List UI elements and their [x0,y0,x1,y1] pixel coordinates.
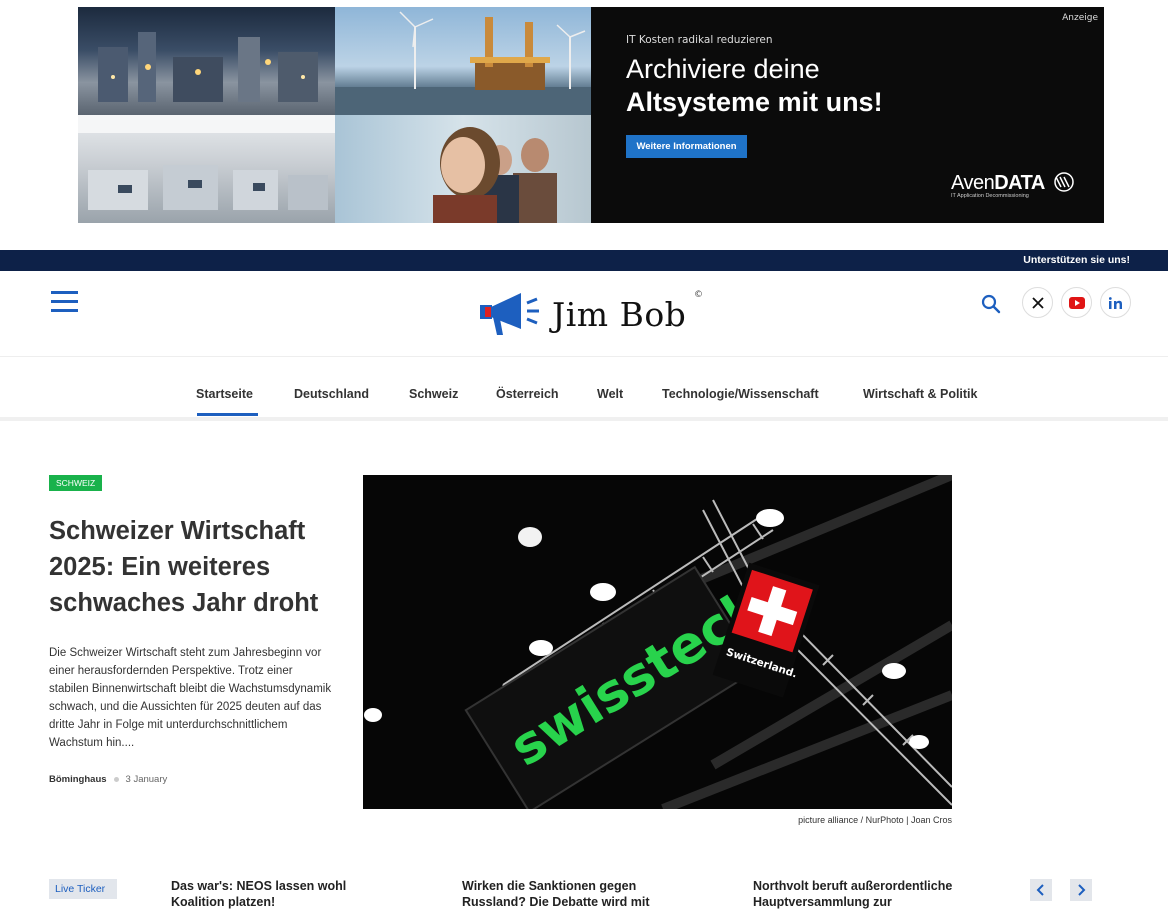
search-icon[interactable] [981,294,1001,314]
nav-active-indicator [197,413,258,416]
advertisement-banner[interactable]: Anzeige IT Kosten radikal reduzieren Arc… [78,7,1104,223]
ad-photo-business-people [335,115,591,223]
ad-photo-industrial-plant [78,7,335,115]
nav-item-deutschland[interactable]: Deutschland [294,387,369,401]
image-credit: picture alliance / NurPhoto | Joan Cros [798,815,952,825]
linkedin-icon[interactable] [1100,287,1131,318]
site-logo[interactable]: Jim Bob © [477,289,707,339]
nav-item-welt[interactable]: Welt [597,387,623,401]
live-ticker-label: Live Ticker [49,879,117,899]
site-header: Jim Bob © [0,271,1168,357]
youtube-icon[interactable] [1061,287,1092,318]
ticker-item[interactable]: Das war's: NEOS lassen wohl Koalition pl… [171,878,401,910]
logo-text: Jim Bob [552,295,687,334]
article-hero-image[interactable]: swisstech. Switzerland. [363,475,952,809]
chevron-right-icon[interactable] [1070,879,1092,901]
ad-photo-offshore-platform [335,7,591,115]
ad-brand-waves-icon [1054,172,1074,192]
nav-item-oesterreich[interactable]: Österreich [496,387,559,401]
main-navigation: Startseite Deutschland Schweiz Österreic… [0,357,1168,421]
ad-more-info-button[interactable]: Weitere Informationen [626,135,747,158]
nav-item-startseite[interactable]: Startseite [196,387,253,401]
ad-photo-collage [78,7,591,223]
chevron-left-icon[interactable] [1030,879,1052,901]
logo-registered-mark: © [694,290,703,300]
ad-brand-logo: AvenDATA IT Application Decommissioning [951,172,1078,199]
ad-brand-bold: DATA [994,172,1045,194]
support-link[interactable]: Unterstützen sie uns! [1023,254,1130,266]
nav-item-technologie-wissenschaft[interactable]: Technologie/Wissenschaft [662,387,819,401]
x-icon[interactable] [1022,287,1053,318]
menu-icon[interactable] [51,291,78,313]
article-teaser: Die Schweizer Wirtschaft steht zum Jahre… [49,647,332,749]
ad-brand-light: Aven [951,172,995,194]
ad-headline-bold: Altsysteme mit uns! [626,87,883,117]
ad-label: Anzeige [1062,13,1098,23]
article-byline: Böminghaus 3 January [49,774,167,785]
article-author[interactable]: Böminghaus [49,774,107,785]
megaphone-icon [480,293,539,335]
byline-separator-dot [113,777,119,782]
ticker-item[interactable]: Northvolt beruft außerordentliche Hauptv… [753,878,983,910]
nav-item-wirtschaft-politik[interactable]: Wirtschaft & Politik [863,387,977,401]
nav-item-schweiz[interactable]: Schweiz [409,387,458,401]
ad-kicker: IT Kosten radikal reduzieren [626,34,773,46]
ad-photo-factory-hall [78,115,335,223]
category-badge[interactable]: Schweiz [49,475,103,491]
ad-headline-light: Archiviere deine [626,54,820,84]
article-date: 3 January [125,774,168,785]
ticker-item[interactable]: Wirken die Sanktionen gegen Russland? Di… [462,878,692,910]
article-headline[interactable]: Schweizer Wirtschaft 2025: Ein weiteres … [49,513,334,621]
support-bar: Unterstützen sie uns! [0,250,1168,271]
